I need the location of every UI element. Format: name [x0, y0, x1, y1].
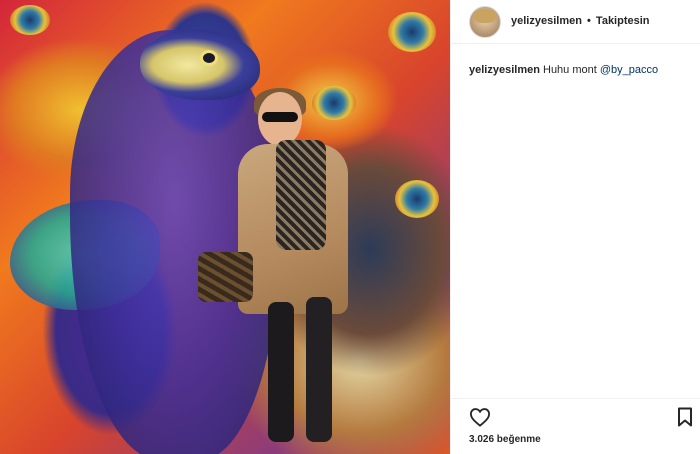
- heart-icon[interactable]: [469, 407, 491, 427]
- person-sunglasses: [262, 112, 298, 122]
- caption-username-link[interactable]: yelizyesilmen: [469, 64, 540, 76]
- post-sidebar: yelizyesilmen • Takiptesin yelizyesilmen…: [450, 0, 700, 454]
- post-caption: yelizyesilmen Huhu mont @by_pacco: [469, 63, 689, 77]
- username-link[interactable]: yelizyesilmen: [511, 15, 582, 27]
- peacock-head: [140, 30, 260, 100]
- feather-eye-decoration: [395, 180, 439, 218]
- feather-eye-decoration: [388, 12, 436, 52]
- caption-text: Huhu mont: [543, 64, 597, 76]
- bookmark-icon[interactable]: [677, 407, 693, 427]
- post-actions: [451, 398, 700, 428]
- person-handbag: [198, 252, 253, 302]
- separator-dot: •: [587, 15, 591, 27]
- feather-eye-decoration: [10, 5, 50, 35]
- avatar-hair: [474, 9, 496, 23]
- header-line: yelizyesilmen • Takiptesin: [511, 15, 650, 27]
- follow-status-button[interactable]: Takiptesin: [596, 15, 650, 27]
- caption-mention-link[interactable]: @by_pacco: [600, 64, 658, 76]
- person-leg: [268, 302, 294, 442]
- instagram-post: yelizyesilmen • Takiptesin yelizyesilmen…: [0, 0, 700, 454]
- person-leg: [306, 297, 332, 442]
- person-scarf: [276, 140, 326, 250]
- avatar[interactable]: [469, 6, 501, 38]
- post-photo[interactable]: [0, 0, 450, 454]
- likes-count[interactable]: 3.026 beğenme: [469, 434, 541, 445]
- post-header: yelizyesilmen • Takiptesin: [451, 0, 700, 44]
- peacock-eye: [200, 50, 218, 66]
- person-figure: [198, 88, 378, 454]
